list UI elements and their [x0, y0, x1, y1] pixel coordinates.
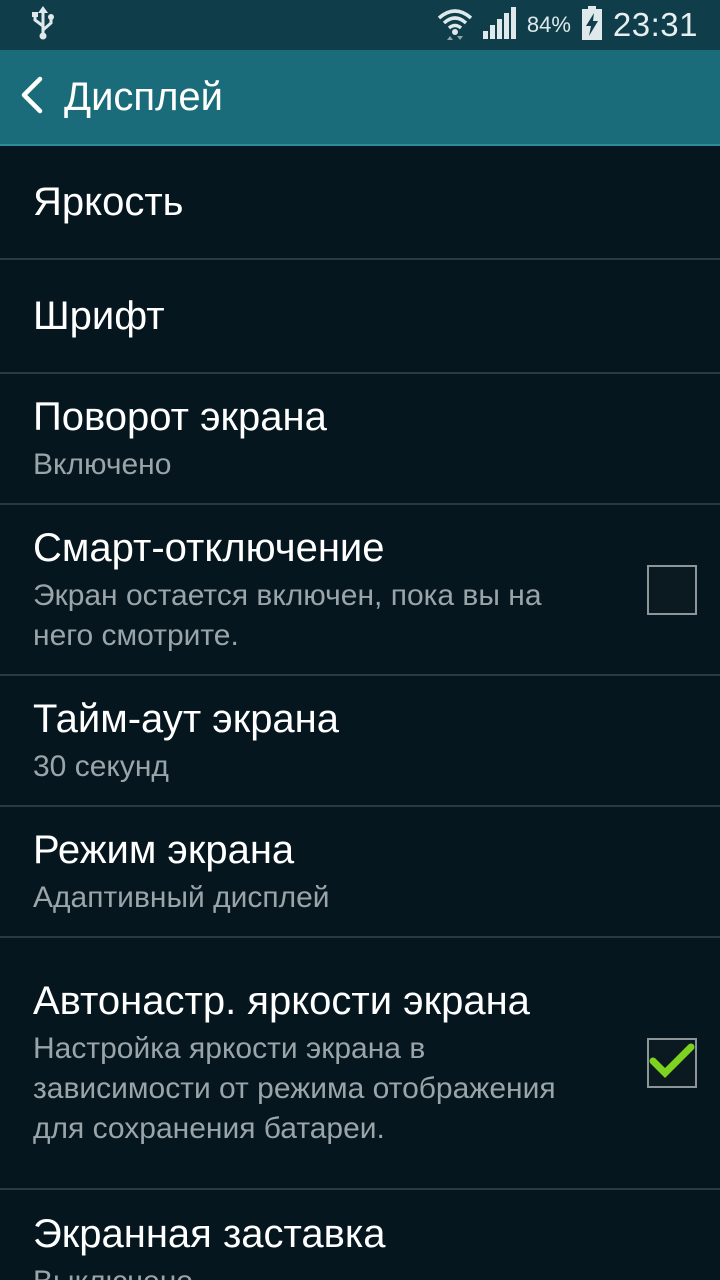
setting-screen-rotation[interactable]: Поворот экрана Включено [0, 374, 720, 505]
smart-stay-checkbox[interactable] [647, 564, 697, 615]
battery-percent: 84% [526, 12, 571, 37]
setting-auto-adjust-brightness[interactable]: Автонастр. яркости экрана Настройка ярко… [0, 938, 720, 1190]
setting-subtitle: Адаптивный дисплей [33, 880, 330, 914]
setting-brightness[interactable]: Яркость [0, 146, 720, 260]
settings-list: Яркость Шрифт Поворот экрана Включено См… [0, 146, 720, 1280]
signal-icon [482, 6, 517, 44]
setting-title: Экранная заставка [33, 1212, 386, 1256]
battery-charging-icon [581, 5, 603, 45]
setting-subtitle: 30 секунд [33, 749, 169, 783]
setting-subtitle: Экран остается включен, пока вы на него … [33, 578, 542, 652]
back-button[interactable]: Дисплей [18, 50, 223, 144]
auto-adjust-checkbox[interactable] [647, 1038, 697, 1088]
clock: 23:31 [612, 6, 698, 43]
setting-screen-timeout[interactable]: Тайм-аут экрана 30 секунд [0, 676, 720, 807]
setting-title: Тайм-аут экрана [33, 696, 340, 741]
setting-smart-stay[interactable]: Смарт-отключение Экран остается включен,… [0, 505, 720, 676]
setting-title: Автонастр. яркости экрана [33, 979, 530, 1023]
action-bar: Дисплей [0, 50, 720, 144]
setting-title: Яркость [33, 180, 184, 224]
setting-title: Поворот экрана [33, 394, 327, 439]
page-title: Дисплей [64, 74, 224, 119]
checkmark-icon [649, 1041, 695, 1086]
setting-title: Смарт-отключение [33, 525, 385, 570]
status-bar: 84% 23:31 [0, 0, 720, 50]
setting-title: Шрифт [33, 294, 165, 338]
back-arrow-icon [18, 75, 46, 120]
setting-subtitle: Выключено [33, 1262, 600, 1280]
setting-title: Режим экрана [33, 827, 295, 872]
setting-daydream[interactable]: Экранная заставка Выключено [0, 1190, 720, 1280]
setting-subtitle: Настройка яркости экрана в зависимости о… [33, 1032, 556, 1145]
setting-subtitle: Включено [33, 447, 172, 481]
wifi-icon [437, 6, 473, 45]
setting-font[interactable]: Шрифт [0, 260, 720, 374]
usb-icon [30, 5, 56, 45]
setting-screen-mode[interactable]: Режим экрана Адаптивный дисплей [0, 807, 720, 938]
